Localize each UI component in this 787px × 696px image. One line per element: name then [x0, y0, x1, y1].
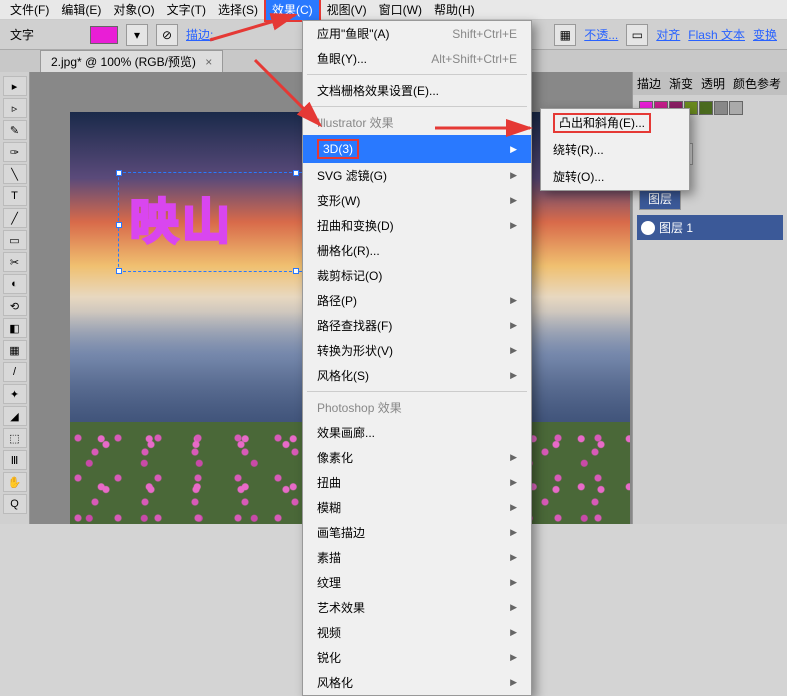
menu-artistic[interactable]: 艺术效果: [303, 595, 531, 620]
selection-tool[interactable]: ▸: [3, 76, 27, 96]
flash-text-link[interactable]: Flash 文本: [688, 26, 745, 43]
type-tool[interactable]: T: [3, 186, 27, 206]
menu-rasterize[interactable]: 栅格化(R)...: [303, 238, 531, 263]
line-tool[interactable]: ╲: [3, 164, 27, 184]
artboard-tool[interactable]: ⬚: [3, 428, 27, 448]
tab-color-guide[interactable]: 颜色参考: [729, 72, 785, 95]
rect-tool[interactable]: ▭: [3, 230, 27, 250]
align-icon[interactable]: ▭: [626, 24, 648, 46]
document-tab[interactable]: 2.jpg* @ 100% (RGB/预览) ×: [40, 50, 223, 72]
menu-svg-filters[interactable]: SVG 滤镜(G): [303, 163, 531, 188]
slice-tool[interactable]: Ⅲ: [3, 450, 27, 470]
menu-video[interactable]: 视频: [303, 620, 531, 645]
tools-panel: ▸ ▹ ✎ ✑ ╲ T ╱ ▭ ✂ ◐ ⟲ ◧ ▦ / ✦ ◢ ⬚ Ⅲ ✋ Q: [0, 72, 30, 524]
menu-stylize-ai[interactable]: 风格化(S): [303, 363, 531, 388]
menu-pixelate[interactable]: 像素化: [303, 445, 531, 470]
menu-path[interactable]: 路径(P): [303, 288, 531, 313]
3d-submenu: 凸出和斜角(E)... 绕转(R)... 旋转(O)...: [540, 108, 690, 191]
menu-crop-marks[interactable]: 裁剪标记(O): [303, 263, 531, 288]
handle-bm[interactable]: [293, 268, 299, 274]
separator: [307, 106, 527, 107]
handle-ml[interactable]: [116, 222, 122, 228]
close-tab-icon[interactable]: ×: [205, 55, 212, 69]
swatch-gray[interactable]: [714, 101, 728, 115]
tab-transparency[interactable]: 透明: [697, 72, 729, 95]
menu-revolve[interactable]: 绕转(R)...: [541, 136, 689, 163]
segment-tool[interactable]: ╱: [3, 208, 27, 228]
doc-setup-icon[interactable]: ▦: [554, 24, 576, 46]
menu-stylize-ps[interactable]: 风格化: [303, 670, 531, 695]
effects-menu: 应用"鱼眼"(A)Shift+Ctrl+E 鱼眼(Y)...Alt+Shift+…: [302, 20, 532, 696]
handle-tl[interactable]: [116, 170, 122, 176]
fill-options[interactable]: ▾: [126, 24, 148, 46]
illustrator-effects-header: Illustrator 效果: [303, 110, 531, 135]
rotate-tool[interactable]: ◐: [3, 274, 27, 294]
menu-edit[interactable]: 编辑(E): [55, 0, 107, 20]
menu-sharpen[interactable]: 锐化: [303, 645, 531, 670]
menu-blur[interactable]: 模糊: [303, 495, 531, 520]
menu-doc-raster-settings[interactable]: 文档栅格效果设置(E)...: [303, 78, 531, 103]
photoshop-effects-header: Photoshop 效果: [303, 395, 531, 420]
swatch-light[interactable]: [729, 101, 743, 115]
menu-file[interactable]: 文件(F): [4, 0, 55, 20]
visibility-icon[interactable]: [641, 221, 655, 235]
menu-text[interactable]: 文字(T): [161, 0, 212, 20]
menu-window[interactable]: 窗口(W): [373, 0, 428, 20]
menu-rotate-3d[interactable]: 旋转(O)...: [541, 163, 689, 190]
transform-link[interactable]: 变换: [753, 26, 777, 43]
tab-gradient[interactable]: 渐变: [665, 72, 697, 95]
menu-texture[interactable]: 纹理: [303, 570, 531, 595]
stroke-link[interactable]: 描边:: [186, 26, 213, 43]
fill-swatch[interactable]: [90, 26, 118, 44]
zoom-tool[interactable]: Q: [3, 494, 27, 514]
menu-distort-ps[interactable]: 扭曲: [303, 470, 531, 495]
eyedropper-tool[interactable]: /: [3, 362, 27, 382]
handle-tm[interactable]: [293, 170, 299, 176]
tab-stroke[interactable]: 描边: [633, 72, 665, 95]
menubar: 文件(F) 编辑(E) 对象(O) 文字(T) 选择(S) 效果(C) 视图(V…: [0, 0, 787, 20]
menu-pathfinder[interactable]: 路径查找器(F): [303, 313, 531, 338]
pen-tool[interactable]: ✎: [3, 120, 27, 140]
handle-bl[interactable]: [116, 268, 122, 274]
direct-select-tool[interactable]: ▹: [3, 98, 27, 118]
menu-warp[interactable]: 变形(W): [303, 188, 531, 213]
menu-3d[interactable]: 3D(3): [303, 135, 531, 163]
menu-convert-shape[interactable]: 转换为形状(V): [303, 338, 531, 363]
separator: [307, 391, 527, 392]
symbol-tool[interactable]: ✦: [3, 384, 27, 404]
layer-row[interactable]: 图层 1: [637, 215, 783, 240]
menu-sketch[interactable]: 素描: [303, 545, 531, 570]
menu-fisheye[interactable]: 鱼眼(Y)...Alt+Shift+Ctrl+E: [303, 46, 531, 71]
opacity-link[interactable]: 不透...: [584, 26, 618, 43]
tab-title: 2.jpg* @ 100% (RGB/预览): [51, 55, 196, 69]
scissors-tool[interactable]: ✂: [3, 252, 27, 272]
layer-name: 图层 1: [659, 219, 693, 236]
menu-extrude-bevel[interactable]: 凸出和斜角(E)...: [541, 109, 689, 136]
reflect-tool[interactable]: ⟲: [3, 296, 27, 316]
graph-tool[interactable]: ◢: [3, 406, 27, 426]
menu-view[interactable]: 视图(V): [321, 0, 373, 20]
menu-effect-gallery[interactable]: 效果画廊...: [303, 420, 531, 445]
separator: [307, 74, 527, 75]
gradient-tool[interactable]: ◧: [3, 318, 27, 338]
layers-tab[interactable]: 图层: [639, 188, 681, 210]
menu-effects[interactable]: 效果(C): [264, 0, 321, 22]
no-fill[interactable]: ⊘: [156, 24, 178, 46]
align-link[interactable]: 对齐: [656, 26, 680, 43]
menu-select[interactable]: 选择(S): [212, 0, 264, 20]
tool-mode-label: 文字: [10, 26, 34, 43]
menu-help[interactable]: 帮助(H): [428, 0, 481, 20]
hand-tool[interactable]: ✋: [3, 472, 27, 492]
swatch-green[interactable]: [699, 101, 713, 115]
brush-tool[interactable]: ✑: [3, 142, 27, 162]
color-panel-tabs: 描边 渐变 透明 颜色参考: [633, 72, 787, 95]
layers-section: 图层 图层 1: [633, 186, 787, 244]
mesh-tool[interactable]: ▦: [3, 340, 27, 360]
menu-object[interactable]: 对象(O): [107, 0, 160, 20]
menu-distort-transform[interactable]: 扭曲和变换(D): [303, 213, 531, 238]
menu-apply-fisheye[interactable]: 应用"鱼眼"(A)Shift+Ctrl+E: [303, 21, 531, 46]
